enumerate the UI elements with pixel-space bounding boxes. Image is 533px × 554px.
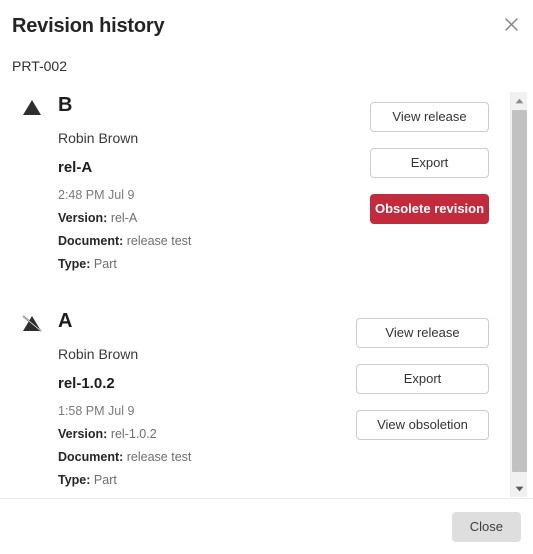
- revision-meta-version: Version: rel-1.0.2: [58, 426, 191, 442]
- item-identifier: PRT-002: [12, 58, 67, 74]
- meta-value: Part: [93, 257, 117, 271]
- vertical-scrollbar[interactable]: [510, 92, 527, 497]
- revision-meta-type: Type: Part: [58, 256, 191, 272]
- meta-label: Document:: [58, 234, 124, 248]
- revision-meta-document: Document: release test: [58, 233, 191, 249]
- revision-actions: View release Export Obsolete revision: [370, 92, 489, 224]
- close-button[interactable]: Close: [451, 511, 521, 542]
- obsolete-revision-button[interactable]: Obsolete revision: [370, 194, 489, 224]
- export-button[interactable]: Export: [356, 364, 489, 394]
- dialog-footer: Close: [0, 498, 533, 554]
- scroll-up-arrow-icon[interactable]: [511, 92, 528, 109]
- revision-author: Robin Brown: [58, 346, 139, 362]
- current-revision-triangle-icon: [22, 92, 58, 116]
- meta-label: Version:: [58, 427, 108, 441]
- revision-history-dialog: Revision history PRT-002 B Robin Brown r…: [0, 0, 533, 554]
- meta-label: Type:: [58, 473, 91, 487]
- scrollbar-thumb[interactable]: [512, 110, 527, 472]
- revision-details: B Robin Brown rel-A 2:48 PM Jul 9 Versio…: [58, 92, 191, 272]
- meta-value: rel-1.0.2: [110, 427, 157, 441]
- view-obsoletion-button[interactable]: View obsoletion: [356, 410, 489, 440]
- meta-label: Type:: [58, 257, 91, 271]
- revision-timestamp: 2:48 PM Jul 9: [58, 188, 135, 202]
- revision-meta-type: Type: Part: [58, 472, 191, 488]
- revision-meta-document: Document: release test: [58, 449, 191, 465]
- meta-value: release test: [126, 234, 192, 248]
- meta-value: rel-A: [110, 211, 138, 225]
- revision-release-name: rel-1.0.2: [58, 375, 115, 392]
- export-button[interactable]: Export: [370, 148, 489, 178]
- obsolete-revision-triangle-strike-icon: [22, 308, 58, 332]
- revision-release-name: rel-A: [58, 159, 93, 176]
- scroll-down-arrow-icon[interactable]: [511, 480, 528, 497]
- revision-details: A Robin Brown rel-1.0.2 1:58 PM Jul 9 Ve…: [58, 308, 191, 488]
- revision-actions: View release Export View obsoletion: [356, 308, 489, 440]
- revision-letter: B: [58, 94, 73, 116]
- revision-timestamp: 1:58 PM Jul 9: [58, 404, 135, 418]
- revision-letter: A: [58, 310, 73, 332]
- meta-label: Document:: [58, 450, 124, 464]
- meta-value: Part: [93, 473, 117, 487]
- meta-value: release test: [126, 450, 192, 464]
- view-release-button[interactable]: View release: [370, 102, 489, 132]
- revision-meta-version: Version: rel-A: [58, 210, 191, 226]
- revision-author: Robin Brown: [58, 130, 139, 146]
- meta-label: Version:: [58, 211, 108, 225]
- revision-list: B Robin Brown rel-A 2:48 PM Jul 9 Versio…: [0, 92, 508, 498]
- view-release-button[interactable]: View release: [356, 318, 489, 348]
- revision-entry: A Robin Brown rel-1.0.2 1:58 PM Jul 9 Ve…: [0, 308, 508, 488]
- page-title: Revision history: [12, 15, 165, 37]
- close-icon[interactable]: [499, 12, 523, 36]
- dialog-header: Revision history: [0, 0, 533, 39]
- dialog-body: B Robin Brown rel-A 2:48 PM Jul 9 Versio…: [0, 92, 533, 498]
- revision-entry: B Robin Brown rel-A 2:48 PM Jul 9 Versio…: [0, 92, 508, 272]
